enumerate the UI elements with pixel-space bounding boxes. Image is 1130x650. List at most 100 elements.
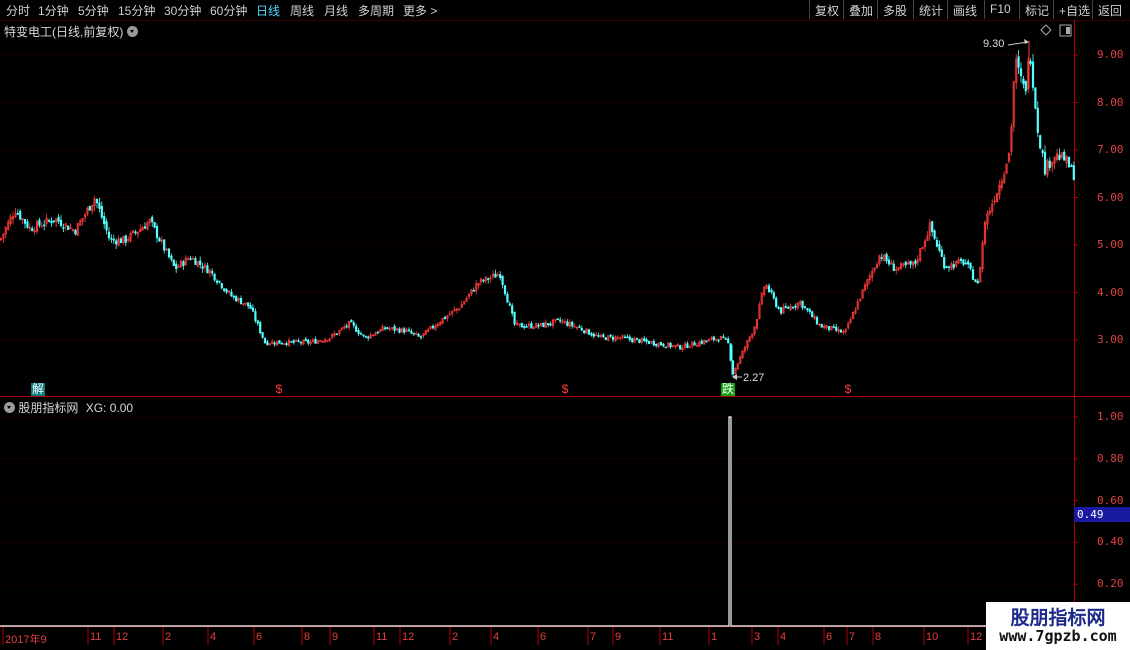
candle <box>467 293 471 300</box>
candle-body <box>436 323 439 327</box>
candle-body <box>254 311 257 322</box>
candle <box>295 339 298 342</box>
candle-body <box>938 244 941 251</box>
chevron-down-icon[interactable] <box>126 26 138 37</box>
candle <box>587 328 591 335</box>
candle-body <box>947 266 951 269</box>
candle <box>151 215 154 228</box>
candle <box>499 271 502 281</box>
period-tab-fenshi[interactable]: 分时 <box>6 2 30 19</box>
candle <box>748 335 751 343</box>
f10-button[interactable]: F10 <box>984 0 1016 19</box>
dividend-marker[interactable]: $ <box>560 383 570 396</box>
candle <box>472 287 475 292</box>
candle-body <box>571 321 574 327</box>
candle <box>131 230 135 234</box>
candle-body <box>739 356 742 364</box>
candle-body <box>544 322 547 328</box>
candle-body <box>748 336 751 342</box>
period-tab-60min[interactable]: 60分钟 <box>210 2 247 19</box>
candle-body <box>494 273 497 278</box>
candle-body <box>213 273 216 281</box>
xg-signal-line <box>0 416 1074 627</box>
candle-body <box>1029 60 1032 64</box>
date-tick-label: 4 <box>210 631 217 643</box>
candle <box>633 336 636 343</box>
candle-body <box>290 341 293 343</box>
candle-body <box>520 322 523 328</box>
candle-body <box>1063 151 1066 161</box>
indicator-pane-title: 股朋指标网 XG: 0.00 <box>4 399 133 416</box>
candle <box>470 289 473 297</box>
period-tab-15min[interactable]: 15分钟 <box>118 2 155 19</box>
candle-body <box>707 338 711 342</box>
candle-body <box>962 259 965 265</box>
candle-body <box>595 334 598 337</box>
candle <box>717 338 720 343</box>
chevron-down-icon[interactable] <box>4 402 15 413</box>
add-watchlist-button[interactable]: +自选 <box>1053 0 1095 19</box>
candle <box>964 259 967 265</box>
candle <box>395 328 399 332</box>
period-tab-daily[interactable]: 日线 <box>256 2 280 19</box>
candle-body <box>239 298 243 305</box>
candle-body <box>943 257 946 269</box>
candle <box>139 224 142 233</box>
candle <box>160 236 163 245</box>
candle-body <box>919 248 922 261</box>
candle-body <box>614 336 617 342</box>
candle-body <box>928 222 931 236</box>
candle-body <box>359 333 363 335</box>
candle-body <box>991 203 994 213</box>
candle-body <box>16 212 19 215</box>
diamond-icon[interactable] <box>1040 24 1052 36</box>
back-button[interactable]: 返回 <box>1092 0 1130 19</box>
candle <box>331 333 334 339</box>
candle-body <box>247 302 250 307</box>
candle <box>33 227 36 235</box>
candle <box>1024 80 1027 96</box>
candle <box>283 343 286 346</box>
candle <box>967 258 970 269</box>
price-tick-label: 3.00 <box>1097 333 1124 346</box>
candle-body <box>475 283 478 292</box>
signal-marker[interactable]: 跌 <box>721 383 735 396</box>
unlock-marker[interactable]: 解 <box>31 383 45 396</box>
candle <box>532 325 535 330</box>
candle-body <box>415 333 418 335</box>
candle-body <box>52 220 55 223</box>
candle <box>93 195 96 212</box>
statistics-button[interactable]: 统计 <box>913 0 948 19</box>
candle <box>799 299 802 308</box>
candle-body <box>609 334 612 337</box>
candle <box>115 238 118 250</box>
candle-body <box>110 238 113 240</box>
period-tab-multi[interactable]: 多周期 <box>358 2 394 19</box>
watermark-url: www.7gpzb.com <box>999 627 1117 645</box>
draw-line-button[interactable]: 画线 <box>947 0 982 19</box>
period-tab-weekly[interactable]: 周线 <box>290 2 314 19</box>
overlay-button[interactable]: 叠加 <box>843 0 878 19</box>
candle-body <box>647 340 651 345</box>
mark-button[interactable]: 标记 <box>1019 0 1054 19</box>
candle <box>556 318 559 321</box>
candle-body <box>1046 160 1049 176</box>
candle-body <box>215 280 219 283</box>
dividend-marker[interactable]: $ <box>843 383 853 396</box>
period-tab-1min[interactable]: 1分钟 <box>38 2 69 19</box>
multi-stock-button[interactable]: 多股 <box>877 0 912 19</box>
candle-body <box>460 303 463 308</box>
candle <box>695 342 699 347</box>
period-tab-monthly[interactable]: 月线 <box>324 2 348 19</box>
candle <box>19 208 22 221</box>
adjust-button[interactable]: 复权 <box>809 0 844 19</box>
candle-body <box>470 289 473 294</box>
candle-body <box>388 328 391 330</box>
period-tab-5min[interactable]: 5分钟 <box>78 2 109 19</box>
candle-body <box>129 232 132 242</box>
period-tab-more[interactable]: 更多 > <box>403 2 437 19</box>
candle <box>1019 62 1023 83</box>
candle-body <box>179 260 183 268</box>
period-tab-30min[interactable]: 30分钟 <box>164 2 201 19</box>
dividend-marker[interactable]: $ <box>274 383 284 396</box>
